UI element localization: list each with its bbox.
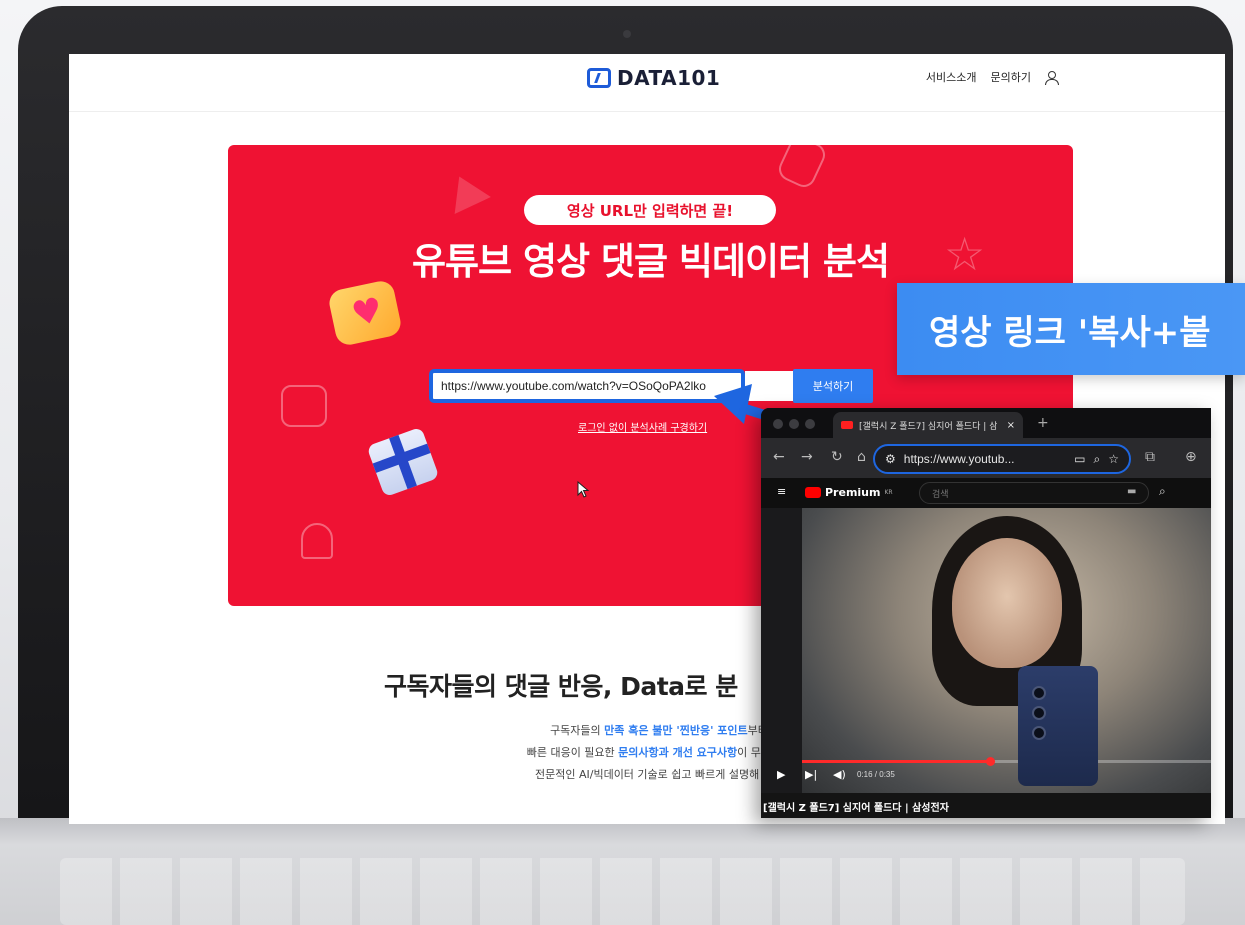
- hero-pill: 영상 URL만 입력하면 끝!: [524, 195, 776, 225]
- camera-lens-icon: [1032, 706, 1046, 720]
- video-url-input[interactable]: https://www.youtube.com/watch?v=OSoQoPA2…: [429, 369, 745, 403]
- youtube-play-icon: [805, 487, 821, 498]
- mouse-cursor-icon: [577, 481, 590, 498]
- browser-tab[interactable]: [갤럭시 Z 폴드7] 심지어 폴드다 | 삼 ×: [833, 412, 1023, 438]
- video-person-face: [952, 538, 1062, 668]
- reel-play-icon: [281, 385, 327, 427]
- bookmark-star-icon[interactable]: ☆: [1108, 452, 1119, 466]
- new-tab-icon[interactable]: +: [1037, 415, 1049, 431]
- youtube-search-input[interactable]: 검색: [919, 482, 1149, 504]
- keyboard-icon[interactable]: ▬: [1127, 486, 1136, 497]
- next-icon[interactable]: ▶|: [805, 768, 817, 781]
- player-controls: ▶ ▶| ◀) 0:16 / 0:35: [761, 768, 1211, 786]
- extensions-icon[interactable]: ⧉: [1145, 449, 1155, 465]
- sample-analysis-link[interactable]: 로그인 없이 분석사례 구경하기: [578, 419, 707, 434]
- reload-icon[interactable]: ↻: [831, 449, 843, 465]
- back-icon[interactable]: ←: [773, 449, 785, 465]
- user-icon[interactable]: [1045, 70, 1059, 85]
- address-text: https://www.youtub...: [903, 452, 1015, 466]
- menu-icon[interactable]: ≡: [777, 485, 786, 498]
- browser-window: [갤럭시 Z 폴드7] 심지어 폴드다 | 삼 × + ← → ↻ ⌂ ⚙ ht…: [761, 408, 1211, 818]
- home-icon[interactable]: ⌂: [857, 449, 866, 465]
- video-player[interactable]: [802, 508, 1211, 798]
- progress-fill: [802, 760, 991, 763]
- window-dot-icon[interactable]: [789, 419, 799, 429]
- logo[interactable]: DATA101: [587, 66, 720, 90]
- section-title: 구독자들의 댓글 반응, Data로 분: [384, 672, 738, 701]
- tab-title: [갤럭시 Z 폴드7] 심지어 폴드다 | 삼: [859, 421, 998, 432]
- window-dot-icon[interactable]: [805, 419, 815, 429]
- nav-contact[interactable]: 문의하기: [991, 69, 1031, 85]
- play-icon[interactable]: ▶: [777, 768, 785, 781]
- top-nav: 서비스소개 문의하기: [926, 69, 1059, 85]
- camera-lens-icon: [1032, 726, 1046, 740]
- bell-icon: [301, 523, 333, 559]
- address-bar[interactable]: ⚙ https://www.youtub... ▭ ⌕ ☆: [873, 444, 1131, 474]
- youtube-header: ≡ Premium KR 검색 ▬ ⌕: [761, 478, 1211, 508]
- video-phone: [1018, 666, 1098, 786]
- volume-icon[interactable]: ◀): [833, 768, 846, 781]
- progress-scrubber[interactable]: [986, 757, 996, 766]
- copy-paste-callout: 영상 링크 '복사+붙: [897, 283, 1245, 375]
- camera-lens-icon: [1032, 686, 1046, 700]
- logo-text: DATA101: [617, 66, 721, 90]
- tab-close-icon[interactable]: ×: [1007, 420, 1015, 431]
- progress-bar[interactable]: [802, 757, 1211, 766]
- data101-logo-icon: [587, 68, 611, 88]
- browser-tabbar: [갤럭시 Z 폴드7] 심지어 폴드다 | 삼 × +: [761, 408, 1211, 438]
- site-header: DATA101 서비스소개 문의하기: [69, 54, 1225, 112]
- paper-plane-icon: [441, 168, 491, 214]
- youtube-region: KR: [884, 489, 893, 496]
- youtube-logo-text: Premium: [825, 486, 881, 499]
- youtube-logo[interactable]: Premium KR: [805, 486, 893, 499]
- heart-chat-icon: ♥: [326, 278, 404, 348]
- gift-box-icon: [366, 426, 440, 498]
- nav-service[interactable]: 서비스소개: [926, 69, 977, 85]
- site-settings-icon[interactable]: ⚙: [885, 452, 896, 466]
- youtube-favicon-icon: [841, 421, 853, 429]
- browser-toolbar: ← → ↻ ⌂ ⚙ https://www.youtub... ▭ ⌕ ☆ ⧉ …: [761, 438, 1211, 478]
- cast-icon[interactable]: ▭: [1074, 452, 1085, 466]
- keyboard-keys: [60, 858, 1185, 925]
- forward-icon[interactable]: →: [801, 449, 813, 465]
- webcam-dot: [623, 30, 631, 38]
- shorts-icon: [775, 145, 829, 191]
- video-title: [갤럭시 Z 폴드7] 심지어 폴드다 | 삼성전자: [761, 793, 1211, 818]
- hero-title: 유튜브 영상 댓글 빅데이터 분석: [411, 240, 890, 283]
- search-icon[interactable]: ⌕: [1159, 484, 1166, 499]
- timecode: 0:16 / 0:35: [857, 770, 895, 779]
- window-dot-icon[interactable]: [773, 419, 783, 429]
- zoom-icon[interactable]: ⌕: [1094, 452, 1101, 467]
- download-icon[interactable]: ⊕: [1185, 449, 1197, 465]
